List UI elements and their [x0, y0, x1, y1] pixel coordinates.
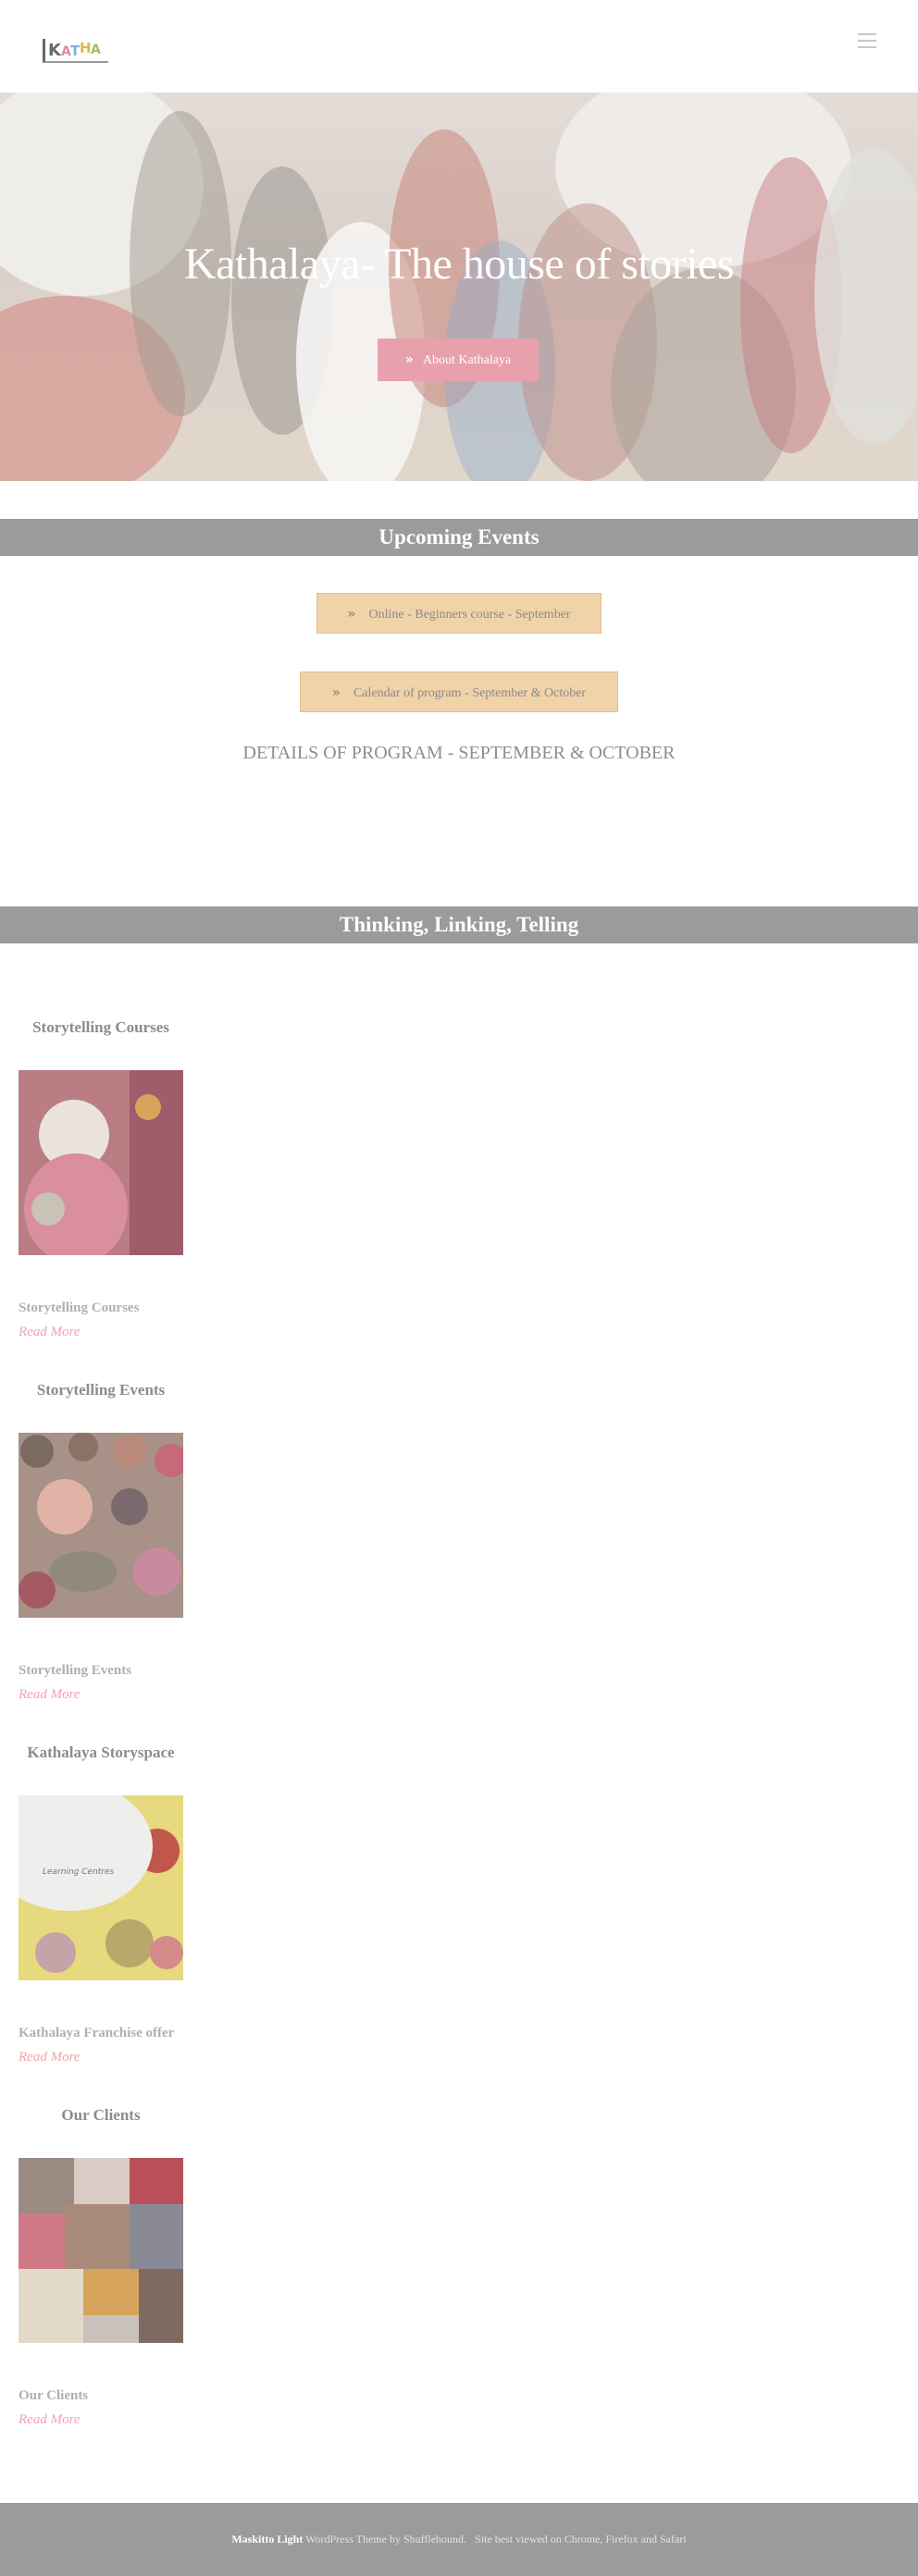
read-more-link[interactable]: Read More: [19, 1687, 81, 1703]
upcoming-events-heading: Upcoming Events: [0, 519, 918, 556]
hero-banner: Kathalaya- The house of stories » About K…: [0, 92, 918, 481]
read-more-link[interactable]: Read More: [19, 1325, 81, 1340]
card-title: Storytelling Events: [36, 1381, 166, 1399]
card-image-clients[interactable]: [19, 2158, 183, 2343]
about-button-label: About Kathalaya: [422, 353, 512, 367]
program-details-text: DETAILS OF PROGRAM - SEPTEMBER & OCTOBER: [242, 743, 676, 763]
thinking-linking-telling-heading: Thinking, Linking, Telling: [0, 906, 918, 943]
learning-centres-text: Learning Centres: [43, 1867, 115, 1877]
footer-theme-credit: WordPress Theme by Shufflehound.: [305, 2533, 467, 2545]
event-button-beginners[interactable]: » Online - Beginners course - September: [316, 593, 602, 634]
footer-best-viewed: Site best viewed on Chrome, Firefox and …: [475, 2533, 687, 2545]
card-caption: Our Clients: [19, 2388, 89, 2403]
hamburger-icon[interactable]: [858, 33, 876, 50]
card-caption: Storytelling Events: [19, 1663, 132, 1678]
card-image-storyspace[interactable]: Learning Centres: [19, 1795, 183, 1980]
about-kathalaya-button[interactable]: » About Kathalaya: [378, 339, 539, 381]
card-title: Storytelling Courses: [32, 1018, 169, 1036]
read-more-link[interactable]: Read More: [19, 2050, 81, 2065]
double-chevron-right-icon: »: [331, 685, 341, 700]
event-button-label: Online - Beginners course - September: [368, 608, 571, 622]
site-header: K A T H A: [0, 0, 918, 92]
footer-theme-name[interactable]: Maskitto Light: [231, 2533, 303, 2545]
read-more-link[interactable]: Read More: [19, 2412, 81, 2428]
card-image-events[interactable]: [19, 1433, 183, 1618]
site-footer: Maskitto Light WordPress Theme by Shuffl…: [0, 2503, 918, 2576]
double-chevron-right-icon: »: [404, 352, 414, 367]
card-title: Our Clients: [61, 2106, 141, 2124]
card-caption: Storytelling Courses: [19, 1300, 140, 1315]
card-image-courses[interactable]: [19, 1070, 183, 1255]
double-chevron-right-icon: »: [347, 607, 356, 622]
site-logo[interactable]: K A T H A: [43, 37, 108, 63]
event-button-calendar[interactable]: » Calendar of program - September & Octob…: [300, 672, 618, 712]
card-title: Kathalaya Storyspace: [27, 1744, 175, 1761]
hero-title: Kathalaya- The house of stories: [183, 240, 735, 289]
card-caption: Kathalaya Franchise offer: [19, 2026, 175, 2040]
event-button-label: Calendar of program - September & Octobe…: [353, 686, 587, 700]
